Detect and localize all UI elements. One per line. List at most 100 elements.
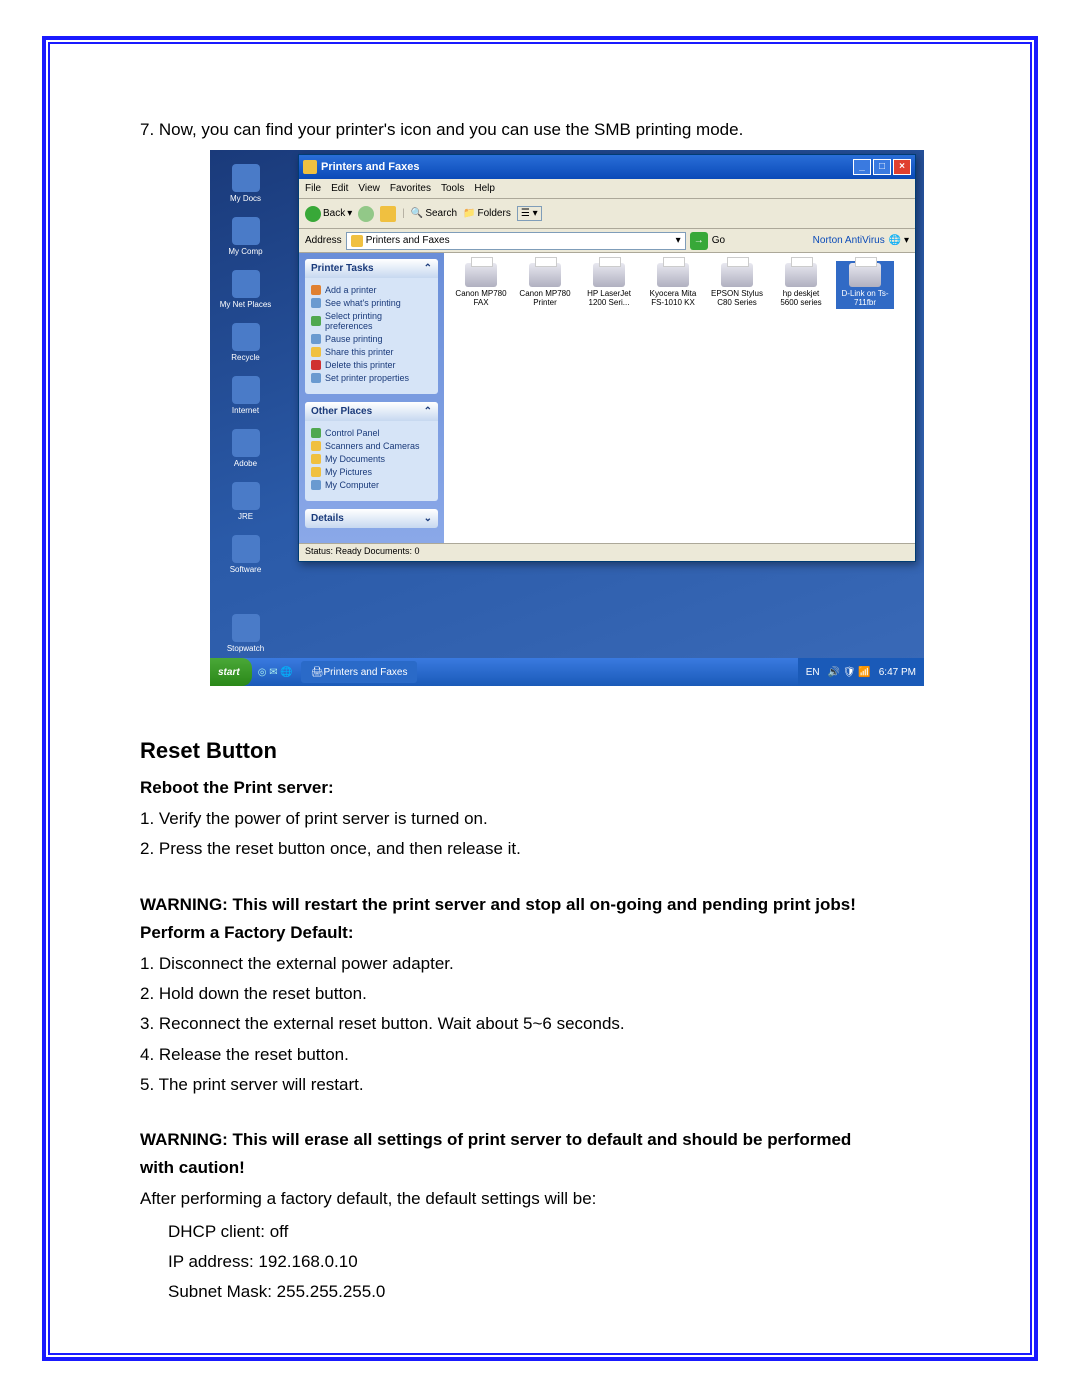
factory-step-1: 1. Disconnect the external power adapter… [140, 951, 930, 977]
task-see-printing[interactable]: See what's printing [311, 298, 432, 308]
menu-edit[interactable]: Edit [331, 183, 348, 194]
desktop-icon-stopwatch[interactable]: Stopwatch [218, 614, 273, 653]
task-add-printer[interactable]: Add a printer [311, 285, 432, 295]
printer-item-1[interactable]: Canon MP780 Printer [516, 261, 574, 309]
step-7-text: 7. Now, you can find your printer's icon… [140, 120, 930, 140]
place-mypics[interactable]: My Pictures [311, 467, 432, 477]
printer-tasks-header[interactable]: Printer Tasks⌃ [305, 259, 438, 278]
printer-item-2[interactable]: HP LaserJet 1200 Seri... [580, 261, 638, 309]
default-settings-list: DHCP client: off IP address: 192.168.0.1… [140, 1219, 930, 1306]
mypics-icon [311, 467, 321, 477]
factory-step-3: 3. Reconnect the external reset button. … [140, 1011, 930, 1037]
views-button[interactable]: ☰ ▾ [517, 206, 542, 221]
minimize-button[interactable]: _ [853, 159, 871, 175]
forward-button[interactable] [358, 206, 374, 222]
desktop-icon-network[interactable]: My Net Places [218, 270, 273, 309]
menu-tools[interactable]: Tools [441, 183, 464, 194]
printer-item-0[interactable]: Canon MP780 FAX [452, 261, 510, 309]
stopwatch-icon [232, 614, 260, 642]
printer-label: Kyocera Mita FS-1010 KX [646, 289, 700, 307]
menu-favorites[interactable]: Favorites [390, 183, 431, 194]
desktop-icon-jre[interactable]: JRE [218, 482, 273, 521]
other-places-header[interactable]: Other Places⌃ [305, 402, 438, 421]
window-titlebar[interactable]: Printers and Faxes _ □ × [299, 155, 915, 179]
collapse-icon: ⌃ [424, 406, 432, 417]
factory-step-2: 2. Hold down the reset button. [140, 981, 930, 1007]
taskbar: start ◎ ✉ 🌐 🖨 Printers and Faxes EN 🔊 🛡 … [210, 658, 924, 686]
window-title: Printers and Faxes [321, 161, 419, 173]
details-header[interactable]: Details⌄ [305, 509, 438, 528]
up-button[interactable] [380, 206, 396, 222]
add-printer-icon [311, 285, 321, 295]
default-dhcp: DHCP client: off [168, 1219, 930, 1245]
printer-label: Canon MP780 Printer [518, 289, 572, 307]
after-text: After performing a factory default, the … [140, 1186, 930, 1212]
properties-icon [311, 373, 321, 383]
taskbar-active-item[interactable]: 🖨 Printers and Faxes [301, 661, 418, 683]
default-ip: IP address: 192.168.0.10 [168, 1249, 930, 1275]
printer-item-5[interactable]: hp deskjet 5600 series [772, 261, 830, 309]
factory-step-5: 5. The print server will restart. [140, 1072, 930, 1098]
menu-view[interactable]: View [358, 183, 380, 194]
collapse-icon: ⌃ [424, 263, 432, 274]
system-tray[interactable]: EN 🔊 🛡 📶 6:47 PM [798, 658, 924, 686]
desktop-icon-software[interactable]: Software [218, 535, 273, 574]
task-share[interactable]: Share this printer [311, 347, 432, 357]
place-mydocs[interactable]: My Documents [311, 454, 432, 464]
printer-item-3[interactable]: Kyocera Mita FS-1010 KX [644, 261, 702, 309]
desktop-icon-adobe[interactable]: Adobe [218, 429, 273, 468]
expand-icon: ⌄ [424, 513, 432, 524]
task-preferences[interactable]: Select printing preferences [311, 311, 432, 331]
desktop-icon-mycomp[interactable]: My Comp [218, 217, 273, 256]
other-places-panel: Other Places⌃ Control Panel Scanners and… [305, 402, 438, 501]
place-control-panel[interactable]: Control Panel [311, 428, 432, 438]
maximize-button[interactable]: □ [873, 159, 891, 175]
preferences-icon [311, 316, 321, 326]
desktop-icon-recycle[interactable]: Recycle [218, 323, 273, 362]
back-button[interactable]: Back ▾ [305, 206, 352, 222]
software-icon [232, 535, 260, 563]
printer-icon [657, 263, 689, 287]
default-subnet: Subnet Mask: 255.255.255.0 [168, 1279, 930, 1305]
task-pause[interactable]: Pause printing [311, 334, 432, 344]
menu-help[interactable]: Help [474, 183, 495, 194]
factory-steps: 1. Disconnect the external power adapter… [140, 951, 930, 1099]
quick-launch-icons[interactable]: ◎ ✉ 🌐 [258, 667, 293, 678]
back-arrow-icon [305, 206, 321, 222]
printer-item-6[interactable]: D-Link on Ts-711fbr [836, 261, 894, 309]
adobe-icon [232, 429, 260, 457]
control-panel-icon [311, 428, 321, 438]
start-button[interactable]: start [210, 658, 252, 686]
mydocs-icon [311, 454, 321, 464]
place-mycomp[interactable]: My Computer [311, 480, 432, 490]
search-button[interactable]: 🔍 Search [411, 208, 457, 219]
toolbar: Back ▾ | 🔍 Search 📁 Folders ☰ ▾ [299, 199, 915, 229]
pause-icon [311, 334, 321, 344]
printer-icon [465, 263, 497, 287]
computer-icon [232, 217, 260, 245]
address-label: Address [305, 235, 342, 246]
warning-1: WARNING: This will restart the print ser… [140, 895, 930, 915]
folders-button[interactable]: 📁 Folders [463, 208, 511, 219]
desktop-icon-mydocs[interactable]: My Docs [218, 164, 273, 203]
norton-link[interactable]: Norton AntiVirus [813, 235, 885, 246]
printer-icon [593, 263, 625, 287]
printer-label: Canon MP780 FAX [454, 289, 508, 307]
place-scanners[interactable]: Scanners and Cameras [311, 441, 432, 451]
menu-file[interactable]: File [305, 183, 321, 194]
printer-icon [785, 263, 817, 287]
go-label: Go [712, 235, 725, 246]
go-button[interactable]: → [690, 232, 708, 250]
close-button[interactable]: × [893, 159, 911, 175]
task-delete[interactable]: Delete this printer [311, 360, 432, 370]
printer-label: D-Link on Ts-711fbr [838, 289, 892, 307]
tray-lang: EN [806, 667, 820, 678]
address-input[interactable]: Printers and Faxes ▾ [346, 232, 686, 250]
status-bar: Status: Ready Documents: 0 [299, 543, 915, 561]
printer-label: hp deskjet 5600 series [774, 289, 828, 307]
desktop-icon-ie[interactable]: Internet [218, 376, 273, 415]
printer-item-4[interactable]: EPSON Stylus C80 Series [708, 261, 766, 309]
printer-label: HP LaserJet 1200 Seri... [582, 289, 636, 307]
reboot-heading: Reboot the Print server: [140, 778, 930, 798]
task-properties[interactable]: Set printer properties [311, 373, 432, 383]
